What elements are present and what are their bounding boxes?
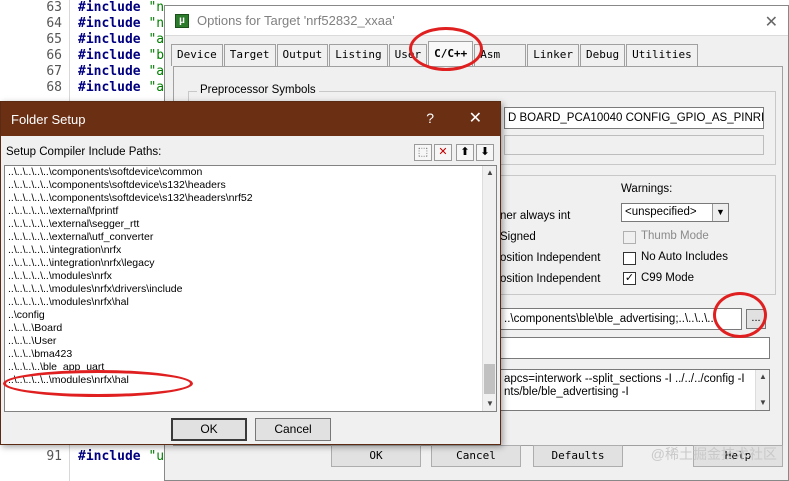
tab-device[interactable]: Device: [171, 44, 223, 66]
no-auto-includes-label: No Auto Includes: [641, 251, 728, 263]
folder-setup-title-bar: Folder Setup ? ✕: [1, 102, 500, 136]
define-field[interactable]: D BOARD_PCA10040 CONFIG_GPIO_AS_PINRESE: [504, 107, 764, 129]
ro-position-independent-option: osition Independent: [500, 252, 601, 264]
list-item[interactable]: ..\..\..\..\..\modules\nrfx\hal: [5, 296, 496, 309]
warnings-label: Warnings:: [621, 183, 673, 195]
plain-char-signed-option: Signed: [500, 231, 536, 243]
scrollbar-thumb[interactable]: [484, 364, 495, 394]
cancel-button[interactable]: Cancel: [431, 445, 521, 467]
folder-setup-title: Folder Setup: [11, 111, 86, 127]
list-item[interactable]: ..\..\..\..\..\external\fprintf: [5, 205, 496, 218]
tab-listing[interactable]: Listing: [329, 44, 388, 66]
code-line: 66 #include "b: [46, 48, 165, 63]
include-paths-label: Setup Compiler Include Paths:: [6, 146, 162, 158]
chevron-down-icon: ▼: [712, 204, 728, 221]
tab-output[interactable]: Output: [276, 44, 329, 66]
include-paths-browse-button[interactable]: ...: [746, 309, 766, 329]
include-paths-list[interactable]: ..\..\..\..\..\components\softdevice\com…: [4, 165, 497, 412]
compiler-control-string: apcs=interwork --split_sections -I ../..…: [500, 369, 770, 411]
code-line: 65 #include "a: [46, 32, 165, 47]
options-dialog-title: Options for Target 'nrf52832_xxaa': [197, 13, 395, 28]
list-item[interactable]: ..\..\..\..\..\components\softdevice\com…: [5, 166, 496, 179]
enum-container-option: ner always int: [500, 210, 571, 222]
c99-mode-checkbox[interactable]: ✓: [623, 272, 636, 285]
defaults-button[interactable]: Defaults: [533, 445, 623, 467]
tab-debug[interactable]: Debug: [579, 44, 626, 66]
move-down-icon[interactable]: ⬇: [476, 144, 494, 161]
code-line: 91 #include "u: [46, 449, 165, 464]
close-icon[interactable]: ✕: [469, 108, 482, 128]
list-item[interactable]: ..\config: [5, 309, 496, 322]
ok-button[interactable]: OK: [331, 445, 421, 467]
scroll-down-icon[interactable]: ▼: [756, 396, 770, 410]
list-item[interactable]: ..\..\..\..\..\modules\nrfx\drivers\incl…: [5, 283, 496, 296]
delete-icon[interactable]: ✕: [434, 144, 452, 161]
list-item[interactable]: ..\..\..\bma423: [5, 348, 496, 361]
list-item[interactable]: ..\..\..\..\..\components\softdevice\s13…: [5, 179, 496, 192]
options-title-bar: µ Options for Target 'nrf52832_xxaa' ✕: [165, 6, 788, 36]
help-icon[interactable]: ?: [426, 110, 434, 126]
folder-cancel-button[interactable]: Cancel: [255, 418, 331, 441]
thumb-mode-checkbox[interactable]: [623, 231, 636, 244]
code-line: 68 #include "a: [46, 80, 165, 95]
list-item[interactable]: ..\..\..\..\..\integration\nrfx: [5, 244, 496, 257]
code-line: 64 #include "n: [46, 16, 165, 31]
scroll-up-icon[interactable]: ▲: [756, 370, 770, 384]
list-item[interactable]: ..\..\..\..\..\integration\nrfx\legacy: [5, 257, 496, 270]
list-item[interactable]: ..\..\..\..\ble_app_uart: [5, 361, 496, 374]
rw-position-independent-option: osition Independent: [500, 273, 601, 285]
tab-utilities[interactable]: Utilities: [626, 44, 698, 66]
list-item[interactable]: ..\..\..\..\..\external\segger_rtt: [5, 218, 496, 231]
misc-controls-field[interactable]: [500, 337, 770, 359]
warnings-select[interactable]: <unspecified> ▼: [621, 203, 729, 222]
tab-target[interactable]: Target: [223, 44, 276, 66]
tab-linker[interactable]: Linker: [527, 44, 579, 66]
tab-user[interactable]: User: [388, 44, 428, 66]
close-icon[interactable]: ✕: [765, 12, 778, 32]
list-item[interactable]: ..\..\..\User: [5, 335, 496, 348]
folder-ok-button[interactable]: OK: [171, 418, 247, 441]
no-auto-includes-checkbox[interactable]: [623, 252, 636, 265]
list-item[interactable]: ..\..\..\..\..\external\utf_converter: [5, 231, 496, 244]
code-line: 63 #include "n: [46, 0, 165, 15]
thumb-mode-label: Thumb Mode: [641, 230, 709, 242]
path-list-scrollbar[interactable]: ▲ ▼: [482, 166, 496, 411]
list-item-new-path[interactable]: ..\..\..\..\..\modules\nrfx\hal: [5, 374, 496, 387]
list-item[interactable]: ..\..\..\..\..\components\softdevice\s13…: [5, 192, 496, 205]
list-item[interactable]: ..\..\..\Board: [5, 322, 496, 335]
tab-asm[interactable]: Asm: [474, 44, 527, 66]
list-item[interactable]: ..\..\..\..\..\modules\nrfx: [5, 270, 496, 283]
tab-c-cpp[interactable]: C/C++: [428, 41, 474, 66]
undefine-field: [504, 135, 764, 155]
options-tab-strip: Device Target Output Listing User C/C++ …: [171, 41, 699, 66]
watermark-text: @稀土掘金技术社区: [650, 446, 777, 462]
move-up-icon[interactable]: ⬆: [456, 144, 474, 161]
new-folder-icon[interactable]: ⬚: [414, 144, 432, 161]
compiler-control-scrollbar[interactable]: ▲ ▼: [755, 370, 769, 410]
include-paths-header: Setup Compiler Include Paths: ⬚ ✕ ⬆ ⬇: [4, 142, 499, 162]
scroll-up-icon[interactable]: ▲: [483, 166, 496, 180]
folder-setup-dialog: Folder Setup ? ✕ Setup Compiler Include …: [0, 101, 501, 445]
include-paths-field[interactable]: ..\components\ble\ble_advertising;..\..\…: [500, 308, 742, 330]
preprocessor-symbols-label: Preprocessor Symbols: [197, 84, 319, 96]
keil-app-icon: µ: [175, 13, 189, 28]
code-line: 67 #include "a: [46, 64, 165, 79]
scroll-down-icon[interactable]: ▼: [483, 397, 496, 411]
c99-mode-label: C99 Mode: [641, 272, 695, 284]
